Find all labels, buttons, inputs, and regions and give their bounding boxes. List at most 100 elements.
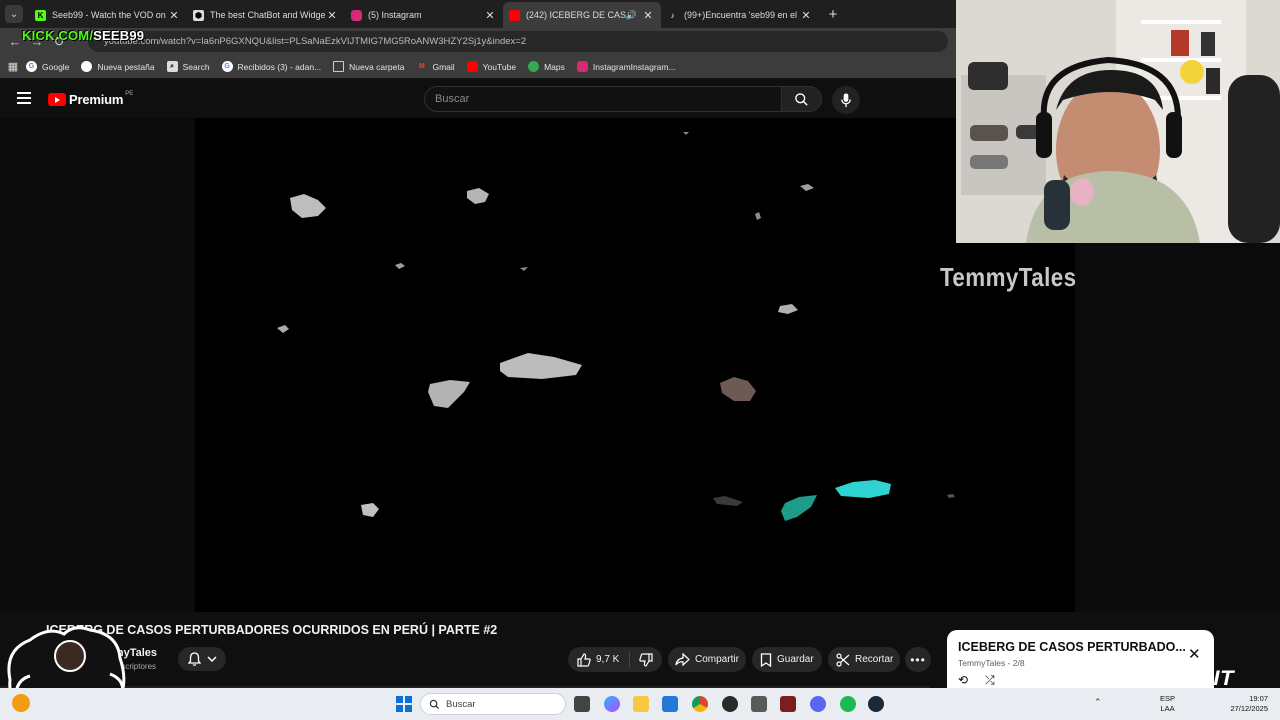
bookmark-maps[interactable]: Maps [528, 61, 565, 72]
bookmark-label: Maps [544, 61, 565, 72]
more-actions-button[interactable]: ••• [905, 647, 931, 672]
channel-watermark: TemmyTales [940, 262, 1077, 292]
dislike-button[interactable] [630, 652, 662, 667]
microphone-icon [841, 92, 851, 107]
tab-title: (99+)Encuentra 'seb99 en el co [684, 10, 799, 20]
chevron-up-icon[interactable]: ⌃ [1094, 697, 1102, 707]
browser-tab-bar: ⌄ K Seeb99 - Watch the VOD on Ki ✕ ⬢ The… [0, 0, 956, 28]
bookmark-label: Google [42, 61, 70, 72]
search-input[interactable]: Buscar [424, 86, 782, 112]
taskbar-clock[interactable]: 19:07 27/12/2025 [1224, 694, 1268, 714]
share-button[interactable]: Compartir [668, 647, 746, 672]
discord-icon[interactable] [810, 696, 826, 712]
bookmark-inbox[interactable]: G Recibidos (3) - adan... [221, 61, 322, 72]
notification-bell-button[interactable] [178, 647, 226, 671]
like-count: 9,7 K [596, 654, 620, 665]
tab-botrix[interactable]: ⬢ The best ChatBot and Widgets ✕ [187, 2, 345, 28]
task-view-icon[interactable] [574, 696, 590, 712]
bookmark-search[interactable]: ⌕ Search [166, 61, 210, 72]
store-icon[interactable] [662, 696, 678, 712]
youtube-premium-logo[interactable]: Premium PE [48, 91, 133, 107]
bookmark-label: Gmail [432, 61, 455, 72]
voice-search-button[interactable] [832, 86, 860, 114]
language-code: ESP [1160, 694, 1176, 703]
tab-instagram[interactable]: (5) Instagram ✕ [345, 2, 503, 28]
instagram-icon [576, 61, 588, 72]
weather-icon[interactable] [12, 694, 30, 712]
url-field[interactable]: youtube.com/watch?v=la6nP6GXNQU&list=PLS… [88, 31, 948, 52]
obs-icon[interactable] [722, 696, 738, 712]
close-icon[interactable]: ✕ [167, 9, 181, 22]
bookmark-label: YouTube [482, 61, 517, 72]
bookmark-gmail[interactable]: M Gmail [416, 61, 455, 72]
loop-icon[interactable]: ⟲ [958, 673, 968, 687]
tab-youtube[interactable]: (242) ICEBERG DE CASOS P 🔊 ✕ [503, 2, 661, 28]
screen: ⌄ K Seeb99 - Watch the VOD on Ki ✕ ⬢ The… [0, 0, 1280, 720]
like-button[interactable]: 9,7 K [568, 651, 630, 668]
tiktok-icon: ♪ [670, 10, 675, 20]
bookmark-folder[interactable]: Nueva carpeta [333, 61, 404, 72]
more-dots-icon: ••• [910, 652, 926, 667]
kick-overlay-label: KICK.COM/SEEB99 [22, 28, 144, 43]
thumbs-up-icon [577, 652, 591, 667]
search-icon [429, 699, 440, 709]
tab-kick[interactable]: K Seeb99 - Watch the VOD on Ki ✕ [29, 2, 187, 28]
bookmark-new-tab[interactable]: Nueva pestaña [81, 61, 155, 72]
like-dislike-group: 9,7 K [568, 647, 662, 672]
copilot-icon[interactable] [604, 696, 620, 712]
clock-time: 19:07 [1249, 694, 1268, 703]
close-icon[interactable]: ✕ [641, 9, 655, 22]
taskbar-search-field[interactable]: Buscar [420, 693, 566, 715]
webcam-overlay [956, 0, 1280, 243]
share-icon [675, 653, 690, 666]
bookmark-google[interactable]: G Google [26, 61, 69, 72]
close-icon[interactable]: ✕ [325, 9, 339, 22]
logo-text: Premium [69, 92, 124, 107]
iceberg-map-frame [277, 132, 955, 521]
clip-label: Recortar [855, 654, 894, 665]
bookmark-label: InstagramInstagram... [592, 61, 676, 72]
save-button[interactable]: Guardar [752, 647, 822, 672]
bookmark-label: Recibidos (3) - adan... [237, 61, 322, 72]
menu-icon[interactable] [17, 92, 31, 104]
tab-tiktok[interactable]: ♪ (99+)Encuentra 'seb99 en el co ✕ [661, 2, 819, 28]
close-icon[interactable]: ✕ [1188, 645, 1201, 663]
playlist-title[interactable]: ICEBERG DE CASOS PERTURBADO... [958, 640, 1186, 654]
bookmark-instagram[interactable]: InstagramInstagram... [576, 61, 676, 72]
bookmark-label: Nueva carpeta [349, 61, 405, 72]
folder-icon [333, 61, 345, 72]
shuffle-icon[interactable]: ⤮ [985, 673, 995, 688]
file-explorer-icon[interactable] [633, 696, 649, 712]
google-icon: G [26, 61, 37, 72]
steam-icon[interactable] [868, 696, 884, 712]
bookmarks-bar: ▦ G Google Nueva pestaña ⌕ Search G Recibid… [0, 55, 956, 78]
start-button[interactable] [396, 696, 412, 712]
apps-grid-icon[interactable]: ▦ [0, 60, 26, 73]
taskbar-search-placeholder: Buscar [446, 698, 476, 710]
kick-icon: K [35, 9, 46, 21]
system-tray[interactable]: ⌃ [1094, 697, 1102, 708]
tab-title: (5) Instagram [368, 10, 422, 20]
video-player[interactable] [195, 118, 1075, 612]
speaker-icon[interactable]: 🔊 [626, 10, 637, 21]
windows-taskbar: Buscar ⌃ ESP LAA 19:07 27/12/2025 [0, 688, 1280, 720]
youtube-icon [509, 9, 520, 21]
search-button[interactable] [781, 86, 822, 112]
clip-button[interactable]: Recortar [828, 647, 900, 672]
bookmark-label: Nueva pestaña [97, 61, 155, 72]
bookmark-youtube[interactable]: YouTube [466, 61, 517, 72]
tab-search-button[interactable]: ⌄ [5, 5, 23, 23]
close-icon[interactable]: ✕ [483, 9, 497, 22]
spotify-icon[interactable] [840, 696, 856, 712]
app-icon[interactable] [780, 696, 796, 712]
app-icon[interactable] [751, 696, 767, 712]
playlist-progress: TemmyTales - 2/8 [958, 658, 1025, 668]
new-tab-button[interactable]: + [823, 6, 843, 23]
streamer-webcam-image [956, 0, 1280, 243]
google-icon: G [221, 61, 233, 72]
close-icon[interactable]: ✕ [799, 9, 813, 22]
bookmark-label: Search [182, 61, 210, 72]
language-indicator[interactable]: ESP LAA [1160, 694, 1175, 714]
chrome-icon [81, 61, 93, 72]
chrome-icon[interactable] [692, 696, 708, 712]
